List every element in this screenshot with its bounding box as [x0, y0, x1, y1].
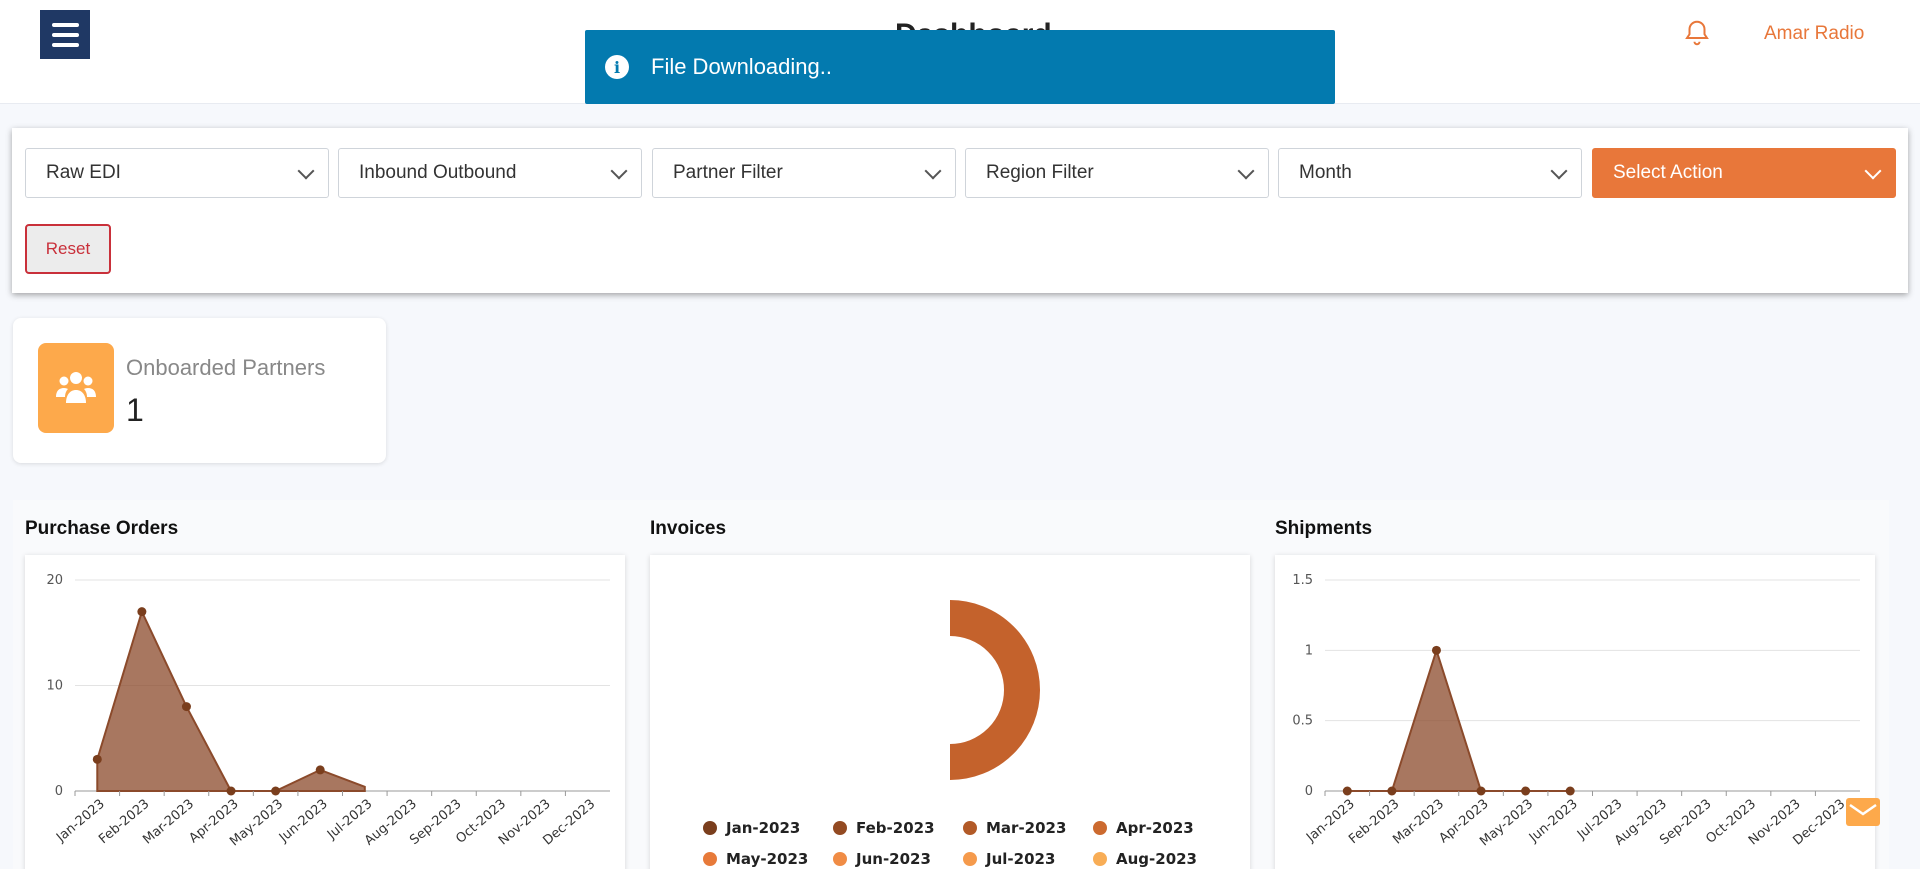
series-area: [96, 608, 366, 792]
data-point: [1565, 786, 1575, 796]
purchase-orders-svg: 01020Jan-2023Feb-2023Mar-2023Apr-2023May…: [46, 573, 610, 849]
y-tick-label: 20: [46, 573, 63, 588]
chevron-down-icon: [1864, 162, 1882, 180]
invoices-svg: Jan-2023 Feb-2023 Mar-2023 Apr-2023 May-2023…: [703, 600, 1197, 868]
chevron-down-icon: [297, 162, 315, 180]
y-tick-label: 10: [46, 679, 63, 694]
pie-slice: [949, 600, 1040, 780]
raw-edi-select[interactable]: Raw EDI: [25, 148, 329, 198]
data-point: [1431, 645, 1441, 655]
bell-icon[interactable]: [1682, 18, 1712, 48]
x-tick-label: Jun-2023: [276, 797, 331, 846]
chevron-down-icon: [924, 162, 942, 180]
legend-marker: [833, 821, 847, 835]
legend-label: Feb-2023: [856, 819, 935, 837]
y-tick-label: 1: [1305, 643, 1313, 658]
data-point: [1342, 786, 1352, 796]
legend-label: Jun-2023: [855, 850, 931, 868]
shipments-chart: 0 0.5 1 1.5 Jan-2023 Feb-2023 Mar-2023 Apr-2023…: [1275, 555, 1875, 869]
data-point: [271, 786, 281, 796]
shipments-svg: 00.511.5Jan-2023Feb-2023Mar-2023Apr-2023…: [1292, 573, 1860, 849]
legend-marker: [963, 852, 977, 866]
data-point: [137, 607, 147, 617]
user-name-link[interactable]: Amar Radio: [1764, 23, 1864, 45]
hamburger-menu-button[interactable]: [40, 10, 90, 59]
data-point: [226, 786, 236, 796]
legend-marker: [1093, 821, 1107, 835]
legend-marker: [963, 821, 977, 835]
legend-label: Jan-2023: [725, 819, 800, 837]
x-tick-label: Jun-2023: [1526, 797, 1581, 846]
file-downloading-toast: i File Downloading..: [585, 30, 1335, 104]
kpi-label: Onboarded Partners: [126, 355, 326, 380]
y-tick-label: 0: [55, 784, 63, 799]
data-point: [92, 754, 102, 764]
data-point: [1521, 786, 1531, 796]
purchase-orders-chart: 0 10 20 Jan-2023 Feb-2023 Mar-2023 Apr-2023 May…: [25, 555, 625, 869]
invoices-chart: Jan-2023 Feb-2023 Mar-2023 Apr-2023 May-2023…: [650, 555, 1250, 869]
data-point: [315, 765, 325, 775]
select-action-dropdown[interactable]: Select Action: [1592, 148, 1896, 198]
legend-label: Aug-2023: [1116, 850, 1197, 868]
users-icon: [38, 343, 114, 433]
invoices-title: Invoices: [650, 518, 727, 539]
chevron-down-icon: [1550, 162, 1568, 180]
legend-label: Mar-2023: [986, 819, 1066, 837]
legend-marker: [833, 852, 847, 866]
legend-label: May-2023: [726, 850, 808, 868]
onboarded-partners-card[interactable]: Onboarded Partners 1: [13, 318, 386, 463]
legend-label: Jul-2023: [985, 850, 1055, 868]
legend-marker: [703, 821, 717, 835]
kpi-value: 1: [126, 392, 144, 428]
chevron-down-icon: [610, 162, 628, 180]
hamburger-icon: [51, 22, 79, 27]
mail-icon[interactable]: [1846, 798, 1880, 826]
info-icon: i: [605, 55, 629, 79]
period-select[interactable]: Month: [1278, 148, 1582, 198]
partner-filter-select[interactable]: Partner Filter: [652, 148, 956, 198]
chevron-down-icon: [1237, 162, 1255, 180]
toast-message: File Downloading..: [651, 54, 832, 79]
y-tick-label: 0.5: [1292, 714, 1313, 729]
filter-panel: Raw EDI Inbound Outbound Partner Filter …: [12, 128, 1908, 293]
data-point: [181, 702, 191, 712]
legend-label: Apr-2023: [1116, 819, 1194, 837]
y-tick-label: 1.5: [1292, 573, 1313, 588]
purchase-orders-title: Purchase Orders: [25, 518, 179, 539]
reset-button[interactable]: Reset: [25, 224, 111, 274]
y-tick-label: 0: [1305, 784, 1313, 799]
shipments-title: Shipments: [1275, 518, 1373, 539]
region-filter-select[interactable]: Region Filter: [965, 148, 1269, 198]
direction-select[interactable]: Inbound Outbound: [338, 148, 642, 198]
legend-marker: [1093, 852, 1107, 866]
data-point: [1387, 786, 1397, 796]
legend-marker: [703, 852, 717, 866]
data-point: [1476, 786, 1486, 796]
